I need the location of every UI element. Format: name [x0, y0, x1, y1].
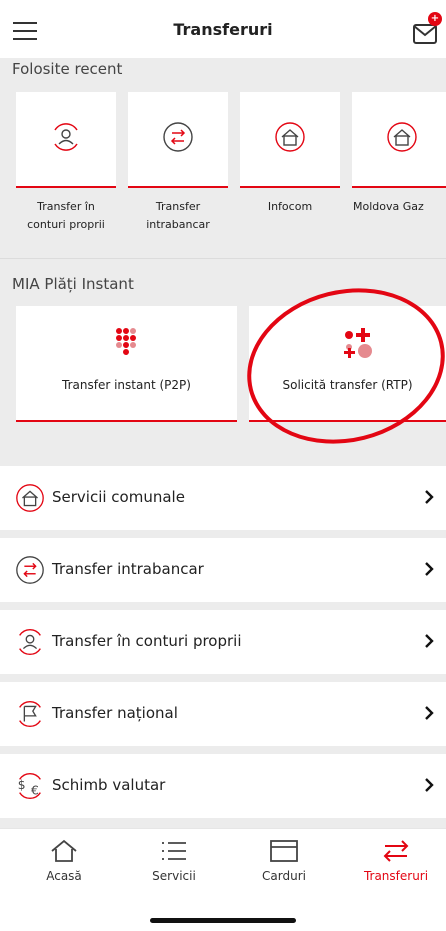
card-icon — [270, 840, 298, 862]
list-item-label: Transfer intrabancar — [52, 560, 204, 578]
notification-badge: + — [428, 12, 442, 26]
nav-services[interactable]: Servicii — [124, 839, 224, 895]
mia-section-label: MIA Plăți Instant — [12, 275, 134, 293]
recent-card-label: Transfer intrabancar — [146, 200, 210, 231]
list-item-label: Transfer în conturi proprii — [52, 632, 242, 650]
chevron-right-icon — [425, 562, 434, 576]
recent-card-own-accounts[interactable] — [16, 92, 116, 188]
recent-card-intrabank[interactable] — [128, 92, 228, 188]
list-item-label: Transfer național — [52, 704, 178, 722]
list-item-national-transfer[interactable]: Transfer național — [0, 674, 446, 738]
list-item-label: Servicii comunale — [52, 488, 185, 506]
bottom-navigation: Acasă Servicii Carduri Transferuri — [0, 828, 446, 898]
nav-transfers[interactable]: Transferuri — [346, 839, 446, 895]
recent-card-infocom[interactable] — [240, 92, 340, 188]
list-item-utilities[interactable]: Servicii comunale — [0, 458, 446, 522]
recent-card-label: Infocom — [267, 200, 313, 213]
p2p-transfer-card[interactable]: Transfer instant (P2P) — [16, 306, 237, 422]
chevron-right-icon — [425, 778, 434, 792]
utilities-house-icon — [387, 122, 417, 152]
divider — [0, 258, 446, 259]
home-indicator[interactable] — [150, 918, 296, 923]
intrabank-icon — [163, 122, 193, 152]
recent-card-moldova-gaz[interactable] — [352, 92, 446, 188]
transfer-arrows-icon — [383, 840, 409, 862]
divider — [0, 818, 446, 828]
nav-label: Acasă — [46, 869, 82, 883]
national-transfer-icon — [19, 701, 41, 727]
utilities-house-icon — [275, 122, 305, 152]
svg-text:€: € — [31, 783, 39, 797]
list-item-label: Schimb valutar — [52, 776, 166, 794]
svg-text:$: $ — [18, 778, 26, 792]
chevron-right-icon — [425, 490, 434, 504]
page-title: Transferuri — [173, 20, 273, 39]
list-item-currency-exchange[interactable]: $ € Schimb valutar — [0, 746, 446, 810]
own-accounts-icon — [19, 629, 41, 655]
p2p-transfer-label: Transfer instant (P2P) — [62, 378, 191, 392]
own-accounts-icon — [54, 123, 78, 151]
list-icon — [162, 842, 186, 860]
app-header: Transferuri + — [0, 0, 446, 58]
utilities-house-icon — [16, 484, 44, 512]
nav-label: Carduri — [262, 869, 306, 883]
nav-cards[interactable]: Carduri — [234, 839, 334, 895]
nav-label: Transferuri — [363, 869, 429, 883]
list-item-own-accounts[interactable]: Transfer în conturi proprii — [0, 602, 446, 666]
recent-card-label: Moldova Gaz — [353, 200, 424, 213]
chevron-right-icon — [425, 634, 434, 648]
nav-label: Servicii — [152, 869, 196, 883]
list-item-intrabank[interactable]: Transfer intrabancar — [0, 530, 446, 594]
currency-exchange-icon: $ € — [18, 773, 41, 799]
mail-icon[interactable]: + — [413, 12, 442, 46]
recent-card-label: Transfer în conturi proprii — [27, 200, 105, 231]
p2p-dots-icon — [116, 328, 136, 355]
home-icon — [51, 839, 77, 862]
recent-section-label: Folosite recent — [12, 60, 123, 78]
nav-home[interactable]: Acasă — [14, 839, 114, 895]
chevron-right-icon — [425, 706, 434, 720]
intrabank-icon — [16, 556, 44, 584]
